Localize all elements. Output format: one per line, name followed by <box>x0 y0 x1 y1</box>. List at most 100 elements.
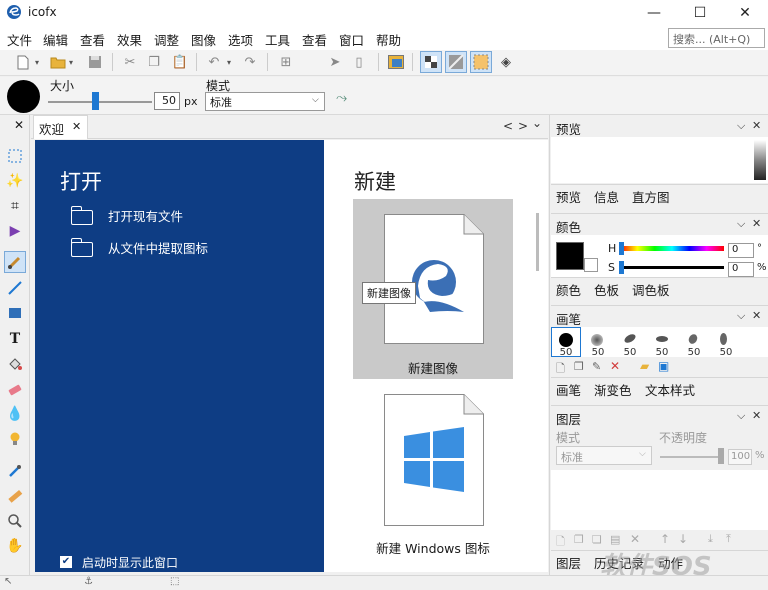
edit-brush-icon[interactable]: ✎ <box>592 360 601 373</box>
save-icon[interactable] <box>86 53 104 71</box>
text-tool-icon[interactable]: T <box>4 328 26 350</box>
secondary-color-swatch[interactable] <box>584 258 598 272</box>
menu-edit[interactable]: 编辑 <box>43 30 68 49</box>
close-icon[interactable]: ✕ <box>752 119 761 132</box>
tab-palette[interactable]: 调色板 <box>632 280 670 299</box>
hue-slider[interactable] <box>620 246 724 251</box>
close-icon[interactable]: ✕ <box>72 120 81 133</box>
new-dropdown-icon[interactable]: ▾ <box>32 53 42 71</box>
pattern-toggle[interactable] <box>445 51 467 73</box>
line-tool-icon[interactable] <box>4 277 26 299</box>
search-input[interactable]: 搜索... (Alt+Q) <box>668 28 765 48</box>
zoom-icon[interactable] <box>4 510 26 532</box>
close-icon[interactable]: ✕ <box>752 217 761 230</box>
brush-hard[interactable] <box>559 333 573 347</box>
crop-icon[interactable]: ⌗ <box>4 195 26 217</box>
menu-image[interactable]: 图像 <box>191 30 216 49</box>
tab-swatches[interactable]: 色板 <box>594 280 619 299</box>
grid-toggle[interactable] <box>470 51 492 73</box>
undo-icon[interactable]: ↶ <box>205 53 223 71</box>
tab-layers[interactable]: 图层 <box>556 553 581 572</box>
undo-dropdown-icon[interactable]: ▾ <box>224 53 234 71</box>
magic-wand-icon[interactable]: ✨ <box>4 170 26 192</box>
maximize-button[interactable]: ☐ <box>677 0 723 26</box>
menu-view[interactable]: 查看 <box>80 30 105 49</box>
open-folder-icon[interactable] <box>49 53 67 71</box>
paste-icon[interactable]: 📋 <box>171 53 189 71</box>
opacity-input[interactable]: 100 <box>728 449 752 465</box>
minimize-button[interactable]: — <box>631 0 677 26</box>
saturation-slider[interactable] <box>620 266 724 269</box>
checkerboard-toggle[interactable] <box>420 51 442 73</box>
hue-input[interactable]: 0 <box>728 243 754 258</box>
close-button[interactable]: ✕ <box>722 0 768 26</box>
ruler-icon[interactable] <box>4 485 26 507</box>
load-brush-icon[interactable]: ▰ <box>640 359 649 373</box>
tab-text-style[interactable]: 文本样式 <box>645 380 695 399</box>
menu-effects[interactable]: 效果 <box>117 30 142 49</box>
chevron-down-icon[interactable]: ⌵ <box>737 119 745 133</box>
close-icon[interactable]: ✕ <box>14 118 24 132</box>
size-slider[interactable] <box>48 101 152 103</box>
dodge-bulb-icon[interactable] <box>4 428 26 450</box>
tab-color[interactable]: 颜色 <box>556 280 581 299</box>
save-brush-icon[interactable]: ▣ <box>658 359 669 373</box>
apple-icon[interactable] <box>301 53 319 71</box>
menu-help[interactable]: 帮助 <box>376 30 401 49</box>
tab-prev-icon[interactable]: < <box>503 119 513 133</box>
fill-bucket-icon[interactable] <box>4 353 26 375</box>
eraser-icon[interactable] <box>4 378 26 400</box>
size-slider-thumb[interactable] <box>91 92 99 110</box>
hand-pan-icon[interactable]: ✋ <box>4 535 26 557</box>
chevron-down-icon[interactable]: ⌵ <box>737 217 745 231</box>
layer-bottom-icon[interactable]: ⤓ <box>708 532 713 546</box>
menu-file[interactable]: 文件 <box>7 30 32 49</box>
brush-preview[interactable] <box>7 80 40 113</box>
brush-tool-icon[interactable] <box>4 251 26 273</box>
startup-checkbox[interactable]: ✔ <box>60 556 72 568</box>
close-icon[interactable]: ✕ <box>752 309 761 322</box>
duplicate-layer-icon[interactable]: ❐ <box>574 533 584 546</box>
tab-gradient[interactable]: 渐变色 <box>594 380 632 399</box>
tab-next-icon[interactable]: > <box>518 119 528 133</box>
move-layer-up-icon[interactable]: ↑ <box>660 532 670 546</box>
saturation-slider-thumb[interactable] <box>619 261 624 274</box>
tab-menu-icon[interactable]: ⌄ <box>532 116 542 130</box>
merge-layer-icon[interactable]: ❏ <box>592 533 602 546</box>
chevron-down-icon[interactable]: ⌵ <box>737 309 745 323</box>
move-layer-down-icon[interactable]: ↓ <box>678 532 688 546</box>
redo-icon[interactable]: ↷ <box>241 53 259 71</box>
extract-icon-link[interactable]: 从文件中提取图标 <box>108 238 208 257</box>
rectangle-tool-icon[interactable] <box>4 302 26 324</box>
eyedropper-icon[interactable] <box>4 460 26 482</box>
open-existing-file-link[interactable]: 打开现有文件 <box>108 206 183 225</box>
image-viewer-icon[interactable] <box>387 53 405 71</box>
menu-options[interactable]: 选项 <box>228 30 253 49</box>
close-icon[interactable]: ✕ <box>752 409 761 422</box>
duplicate-brush-icon[interactable]: ❐ <box>574 360 584 373</box>
delete-layer-icon[interactable]: ✕ <box>630 532 640 546</box>
size-input[interactable]: 50 <box>154 92 180 110</box>
mobile-icon[interactable]: ▯ <box>350 53 368 71</box>
scrollbar-thumb[interactable] <box>536 213 539 271</box>
layer-props-icon[interactable]: ▤ <box>610 533 620 546</box>
layers-icon[interactable]: ◈ <box>497 53 515 71</box>
cut-icon[interactable]: ✂ <box>121 53 139 71</box>
menu-adjust[interactable]: 调整 <box>154 30 179 49</box>
mode-select[interactable]: 标准 <box>205 92 325 111</box>
menu-window[interactable]: 窗口 <box>339 30 364 49</box>
tab-info[interactable]: 信息 <box>594 187 619 206</box>
layer-top-icon[interactable]: ⤒ <box>726 532 731 546</box>
tab-preview[interactable]: 预览 <box>556 187 581 206</box>
chevron-down-icon[interactable]: ⌵ <box>737 409 745 423</box>
menu-tools[interactable]: 工具 <box>265 30 290 49</box>
opacity-slider-thumb[interactable] <box>718 448 724 464</box>
brush-thin[interactable] <box>720 333 727 345</box>
opacity-slider[interactable] <box>660 456 724 458</box>
move-icon[interactable]: ▶ <box>4 220 26 242</box>
layer-mode-select[interactable]: 标准 <box>556 446 652 465</box>
menu-view-2[interactable]: 查看 <box>302 30 327 49</box>
delete-brush-icon[interactable]: ✕ <box>610 359 620 373</box>
antialias-icon[interactable]: ⤳ <box>336 90 347 106</box>
windows-icon[interactable]: ⊞ <box>277 53 295 71</box>
